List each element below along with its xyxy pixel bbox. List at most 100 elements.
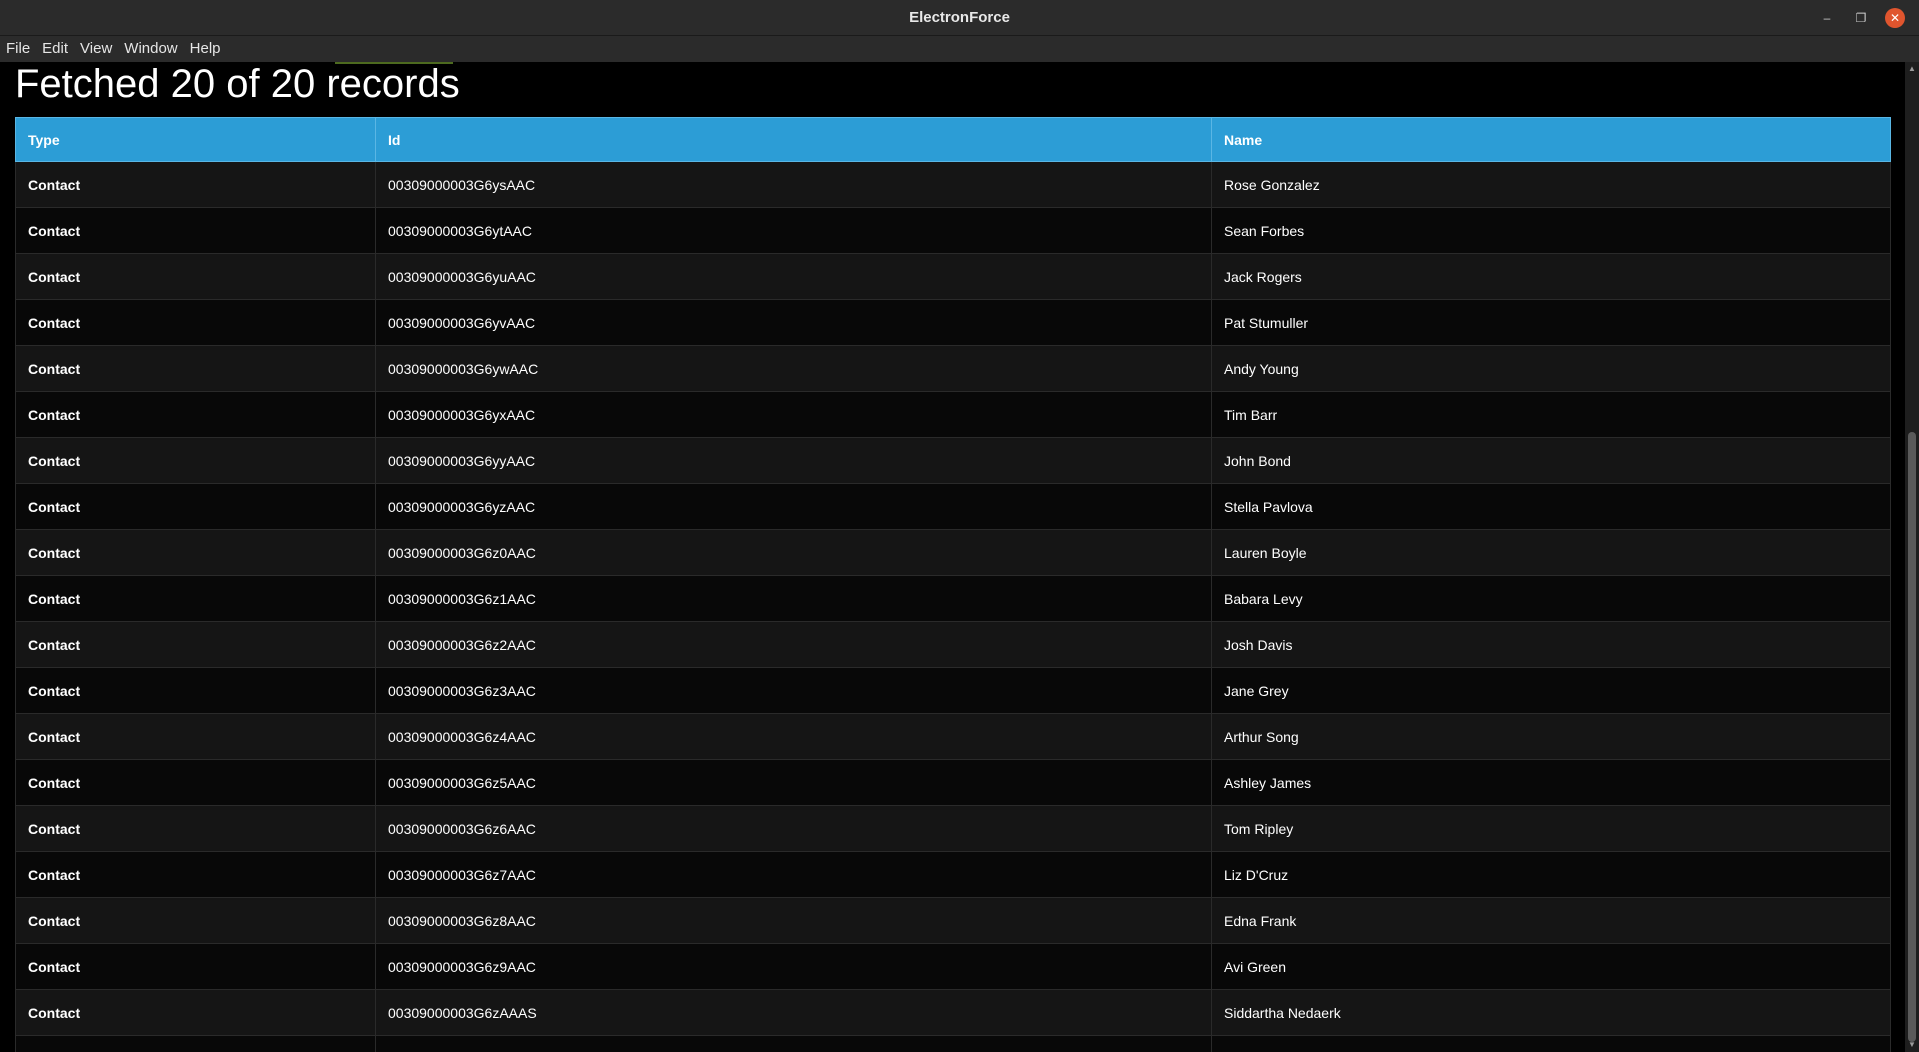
cell-name: Josh Davis [1211,621,1891,668]
cell-id: 00309000003G6z4AAC [375,713,1212,760]
records-table: Type Id Name Contact 00309000003G6ysAAC Ro… [15,117,1891,1052]
table-row[interactable]: Contact 00309000003G6z3AAC Jane Grey [15,667,1891,714]
scroll-up-icon[interactable]: ▲ [1905,62,1919,76]
scroll-down-icon[interactable]: ▼ [1905,1038,1919,1052]
cell-type: Contact [15,575,376,622]
cell-id: 00309000003G6yyAAC [375,437,1212,484]
table-row[interactable]: Contact 00309000003G6z0AAC Lauren Boyle [15,529,1891,576]
cell-name: Liz D'Cruz [1211,851,1891,898]
cell-type: Contact [15,667,376,714]
column-header-name[interactable]: Name [1211,117,1891,162]
cell-name: Jack Rogers [1211,253,1891,300]
table-row[interactable]: Contact 00309000003G6ywAAC Andy Young [15,345,1891,392]
menu-window[interactable]: Window [118,36,183,62]
table-row[interactable] [15,1035,1891,1052]
cell-type: Contact [15,989,376,1036]
cell-id: 00309000003G6z7AAC [375,851,1212,898]
menu-help[interactable]: Help [184,36,227,62]
cell-name: Jane Grey [1211,667,1891,714]
cell-name [1211,1035,1891,1052]
title-bar: ElectronForce – ❐ ✕ [0,0,1919,36]
cell-type: Contact [15,805,376,852]
cell-name: Tim Barr [1211,391,1891,438]
cell-id [375,1035,1212,1052]
cell-type: Contact [15,253,376,300]
cell-type: Contact [15,437,376,484]
table-row[interactable]: Contact 00309000003G6z6AAC Tom Ripley [15,805,1891,852]
table-row[interactable]: Contact 00309000003G6yzAAC Stella Pavlova [15,483,1891,530]
main-content: Fetched 20 of 20 records Type Id Name Co… [0,62,1905,1052]
cell-name: Andy Young [1211,345,1891,392]
cell-id: 00309000003G6z0AAC [375,529,1212,576]
table-row[interactable]: Contact 00309000003G6z8AAC Edna Frank [15,897,1891,944]
menu-bar: File Edit View Window Help [0,36,1919,62]
cell-type: Contact [15,345,376,392]
menu-view[interactable]: View [74,36,118,62]
close-icon[interactable]: ✕ [1885,8,1905,28]
scrollbar-thumb[interactable] [1908,432,1916,1042]
table-row[interactable]: Contact 00309000003G6z1AAC Babara Levy [15,575,1891,622]
cell-id: 00309000003G6yzAAC [375,483,1212,530]
cell-name: Stella Pavlova [1211,483,1891,530]
cell-name: Arthur Song [1211,713,1891,760]
cell-name: Lauren Boyle [1211,529,1891,576]
table-body: Contact 00309000003G6ysAAC Rose Gonzalez Co… [15,161,1891,1052]
cell-type: Contact [15,529,376,576]
cell-type: Contact [15,943,376,990]
column-header-id[interactable]: Id [375,117,1212,162]
cell-name: Sean Forbes [1211,207,1891,254]
cell-id: 00309000003G6zAAAS [375,989,1212,1036]
cell-type [15,1035,376,1052]
cell-id: 00309000003G6z9AAC [375,943,1212,990]
cell-name: Ashley James [1211,759,1891,806]
cell-id: 00309000003G6z2AAC [375,621,1212,668]
table-row[interactable]: Contact 00309000003G6ytAAC Sean Forbes [15,207,1891,254]
cell-type: Contact [15,851,376,898]
cell-type: Contact [15,621,376,668]
page-title: Fetched 20 of 20 records [15,62,460,106]
cell-type: Contact [15,759,376,806]
table-row[interactable]: Contact 00309000003G6z2AAC Josh Davis [15,621,1891,668]
window-title: ElectronForce [909,9,1010,26]
table-row[interactable]: Contact 00309000003G6z9AAC Avi Green [15,943,1891,990]
cell-id: 00309000003G6ytAAC [375,207,1212,254]
cell-name: John Bond [1211,437,1891,484]
cell-type: Contact [15,299,376,346]
cell-id: 00309000003G6z8AAC [375,897,1212,944]
table-row[interactable]: Contact 00309000003G6z7AAC Liz D'Cruz [15,851,1891,898]
cell-name: Pat Stumuller [1211,299,1891,346]
cell-id: 00309000003G6z6AAC [375,805,1212,852]
column-header-type[interactable]: Type [15,117,376,162]
cell-name: Avi Green [1211,943,1891,990]
window-controls: – ❐ ✕ [1803,0,1905,36]
vertical-scrollbar[interactable]: ▲ ▼ [1905,62,1919,1052]
cell-name: Tom Ripley [1211,805,1891,852]
minimize-icon[interactable]: – [1817,8,1837,28]
cell-id: 00309000003G6z5AAC [375,759,1212,806]
cell-type: Contact [15,713,376,760]
cell-id: 00309000003G6yuAAC [375,253,1212,300]
maximize-icon[interactable]: ❐ [1851,8,1871,28]
table-row[interactable]: Contact 00309000003G6ysAAC Rose Gonzalez [15,161,1891,208]
cell-name: Rose Gonzalez [1211,161,1891,208]
cell-id: 00309000003G6yvAAC [375,299,1212,346]
table-row[interactable]: Contact 00309000003G6yuAAC Jack Rogers [15,253,1891,300]
table-row[interactable]: Contact 00309000003G6yyAAC John Bond [15,437,1891,484]
table-row[interactable]: Contact 00309000003G6yvAAC Pat Stumuller [15,299,1891,346]
table-row[interactable]: Contact 00309000003G6z5AAC Ashley James [15,759,1891,806]
table-row[interactable]: Contact 00309000003G6zAAAS Siddartha Nedae… [15,989,1891,1036]
cell-type: Contact [15,391,376,438]
cell-type: Contact [15,161,376,208]
cell-id: 00309000003G6ywAAC [375,345,1212,392]
cell-type: Contact [15,897,376,944]
menu-edit[interactable]: Edit [36,36,74,62]
cell-id: 00309000003G6yxAAC [375,391,1212,438]
cell-name: Siddartha Nedaerk [1211,989,1891,1036]
cell-id: 00309000003G6ysAAC [375,161,1212,208]
cell-id: 00309000003G6z1AAC [375,575,1212,622]
table-row[interactable]: Contact 00309000003G6z4AAC Arthur Song [15,713,1891,760]
table-row[interactable]: Contact 00309000003G6yxAAC Tim Barr [15,391,1891,438]
cell-type: Contact [15,207,376,254]
table-header-row: Type Id Name [15,117,1891,162]
menu-file[interactable]: File [0,36,36,62]
